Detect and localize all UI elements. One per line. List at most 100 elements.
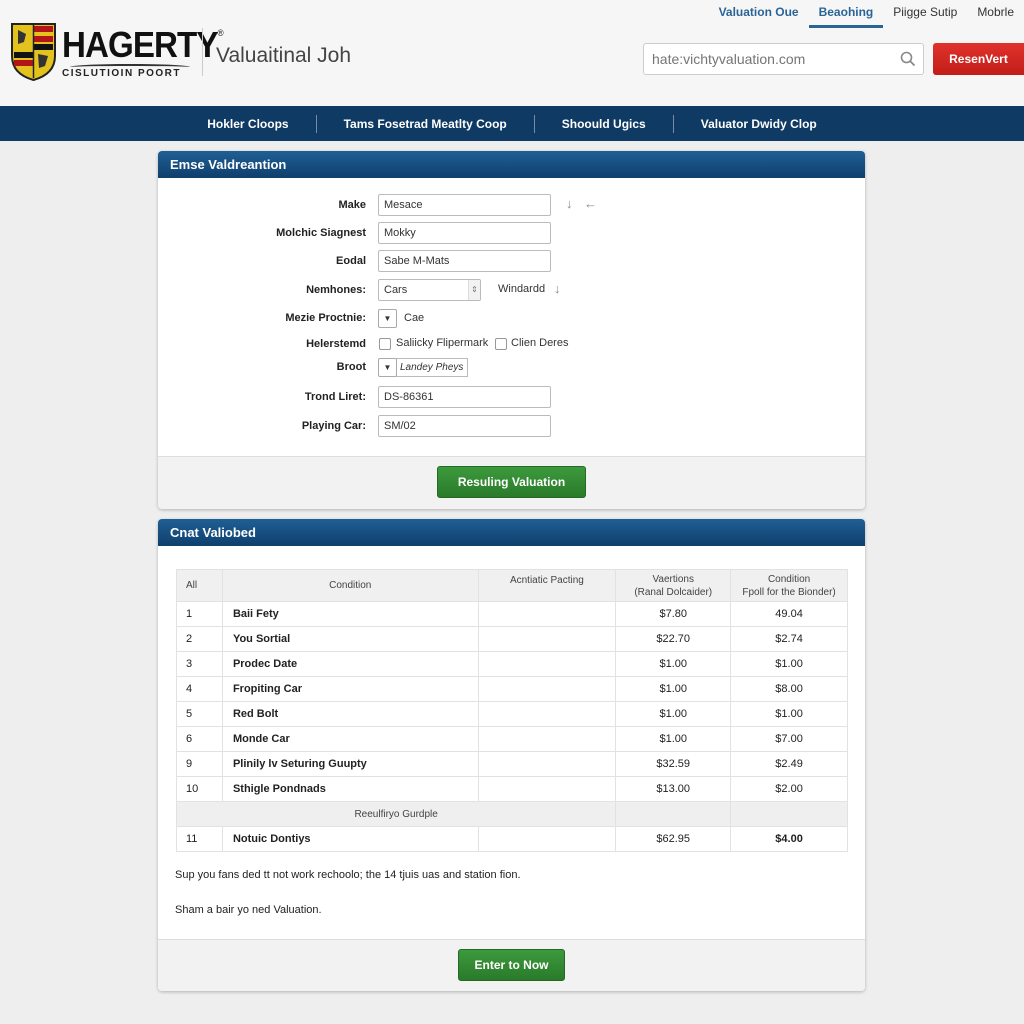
playing-car-input[interactable] (378, 415, 551, 437)
mezie-proctnie-label: Mezie Proctnie: (285, 312, 366, 324)
arrow-down-icon[interactable]: ↓ (566, 196, 573, 211)
trand-liret-input[interactable] (378, 386, 551, 408)
checkbox-saliicky-flipermark[interactable] (379, 338, 391, 350)
page-title: Valuaitinal Joh (216, 44, 352, 67)
playing-car-label: Playing Car: (301, 420, 366, 432)
table-subheader-row: Reeulfiryo Gurdple (175, 801, 848, 827)
broot-dropdown[interactable]: ▼ (378, 358, 397, 377)
row-condition-value: $7.00 (730, 726, 848, 752)
row-valuation: $13.00 (615, 776, 732, 802)
row-valuation: $1.00 (615, 676, 732, 702)
row-pacting (477, 676, 617, 702)
enter-to-now-button[interactable]: Enter to Now (458, 949, 565, 981)
table-row: 4 Fropiting Car $1.00 $8.00 (176, 676, 848, 702)
results-note-1: Sup you fans ded tt not work rechoolo; t… (175, 869, 521, 881)
checkbox-clien-deres[interactable] (495, 338, 507, 350)
row-condition-value: $1.00 (730, 651, 848, 677)
table-row: 10 Sthigle Pondnads $13.00 $2.00 (176, 776, 848, 802)
top-nav-item-beaohing[interactable]: Beaohing (808, 4, 884, 28)
field-row-broot: Broot ▼ Landey Pheys (158, 356, 469, 378)
column-header-vaertions[interactable]: Vaertions (Ranal Dolcaider) (615, 569, 732, 602)
site-header: HAGERTY® CISLUTIOIN POORT Valuaitinal Jo… (0, 0, 1024, 106)
nav-separator (672, 114, 674, 133)
mezie-proctnie-value: Cae (404, 312, 425, 324)
column-header-pacting[interactable]: Acntiatic Pacting (477, 569, 617, 602)
table-row: 9 Plinily lv Seturing Guupty $32.59 $2.49 (176, 751, 848, 777)
broot-label: Broot (336, 361, 366, 373)
top-nav-item-valuation[interactable]: Valuation Oue (709, 4, 809, 28)
main-nav-item-shoould-ugics[interactable]: Shoould Ugics (535, 115, 673, 133)
make-input[interactable] (378, 194, 551, 216)
column-header-all[interactable]: All (176, 569, 223, 602)
row-name: Fropiting Car (221, 676, 479, 702)
nemhones-select[interactable]: Cars ⇕ (378, 279, 481, 301)
row-pacting (477, 726, 617, 752)
subheader-empty-cell (615, 801, 732, 827)
field-row-model-stage: Molchic Siagnest (158, 222, 551, 244)
row-number: 3 (176, 651, 223, 677)
main-nav-item-hokler-cloops[interactable]: Hokler Cloops (180, 115, 315, 133)
row-number: 4 (176, 676, 223, 702)
row-valuation: $62.95 (615, 826, 732, 852)
row-number: 2 (176, 626, 223, 652)
field-row-nemhones: Nemhones: Cars ⇕ Windardd ↓ (158, 279, 561, 301)
row-name: Notuic Dontiys (221, 826, 479, 852)
subheader-empty-cell (730, 801, 848, 827)
hagerty-logo[interactable]: HAGERTY® CISLUTIOIN POORT (10, 22, 224, 84)
top-nav-item-mobile[interactable]: Mobrle (967, 4, 1024, 28)
row-number: 10 (176, 776, 223, 802)
row-valuation: $1.00 (615, 726, 732, 752)
model-stage-label: Molchic Siagnest (276, 227, 366, 239)
column-header-condition[interactable]: Condition (221, 569, 479, 602)
edal-input[interactable] (378, 250, 551, 272)
spinner-icon[interactable]: ⇕ (468, 280, 480, 300)
row-condition-value: $8.00 (730, 676, 848, 702)
row-number: 5 (176, 701, 223, 727)
broot-value[interactable]: Landey Pheys (396, 358, 469, 377)
row-name: You Sortial (221, 626, 479, 652)
search-box (643, 43, 924, 75)
table-row: 5 Red Bolt $1.00 $1.00 (176, 701, 848, 727)
table-header-row: All Condition Acntiatic Pacting Vaertion… (176, 569, 848, 602)
arrow-down-icon[interactable]: ↓ (554, 281, 561, 296)
helerstemd-label: Helerstemd (306, 338, 366, 350)
row-valuation: $32.59 (615, 751, 732, 777)
model-stage-input[interactable] (378, 222, 551, 244)
row-pacting (477, 701, 617, 727)
mezie-proctnie-dropdown[interactable]: ▼ (378, 309, 397, 328)
valuation-table: All Condition Acntiatic Pacting Vaertion… (175, 569, 848, 852)
row-condition-value: 49.04 (730, 601, 848, 627)
row-name: Prodec Date (221, 651, 479, 677)
row-valuation: $1.00 (615, 701, 732, 727)
reservert-button[interactable]: ResenVert (933, 43, 1024, 75)
row-pacting (477, 601, 617, 627)
checkbox-label: Saliicky Flipermark (396, 337, 489, 349)
arrow-left-icon[interactable]: ← (584, 196, 597, 211)
resuling-valuation-button[interactable]: Resuling Valuation (437, 466, 586, 498)
results-panel-footer: Enter to Now (158, 939, 865, 991)
valuation-form-panel: Emse Valdreantion Make ↓ ← Molchic Siagn… (158, 151, 865, 509)
row-pacting (477, 626, 617, 652)
table-body: 1 Baii Fety $7.80 49.04 2 You Sortial $22.70 $2… (175, 601, 848, 852)
results-note-2: Sham a bair yo ned Valuation. (175, 904, 322, 916)
top-nav-item-page-setup[interactable]: Piigge Sutip (883, 4, 967, 28)
row-condition-value: $2.74 (730, 626, 848, 652)
row-name: Plinily lv Seturing Guupty (221, 751, 479, 777)
row-number: 9 (176, 751, 223, 777)
row-name: Baii Fety (221, 601, 479, 627)
nemhones-extra-label: Windardd (498, 283, 546, 295)
results-panel-title: Cnat Valiobed (158, 519, 865, 546)
brand-wordmark: HAGERTY® (62, 24, 224, 65)
search-input[interactable] (644, 44, 884, 74)
header-divider (202, 28, 203, 76)
column-header-condition-fpoll[interactable]: Condition Fpoll for the Bionder) (730, 569, 848, 602)
main-nav-item-tams-fosetrad[interactable]: Tams Fosetrad Meatlty Coop (317, 115, 534, 133)
search-icon[interactable] (899, 50, 917, 68)
brand-tagline: CISLUTIOIN POORT (62, 68, 181, 79)
trand-liret-label: Trond Liret: (304, 391, 366, 403)
nav-separator (533, 114, 535, 133)
field-row-trand-liret: Trond Liret: (158, 386, 551, 408)
form-panel-footer: Resuling Valuation (158, 456, 865, 509)
checkbox-label: Clien Deres (511, 337, 569, 349)
main-nav-item-valuator-dwidy[interactable]: Valuator Dwidy Clop (674, 115, 844, 133)
